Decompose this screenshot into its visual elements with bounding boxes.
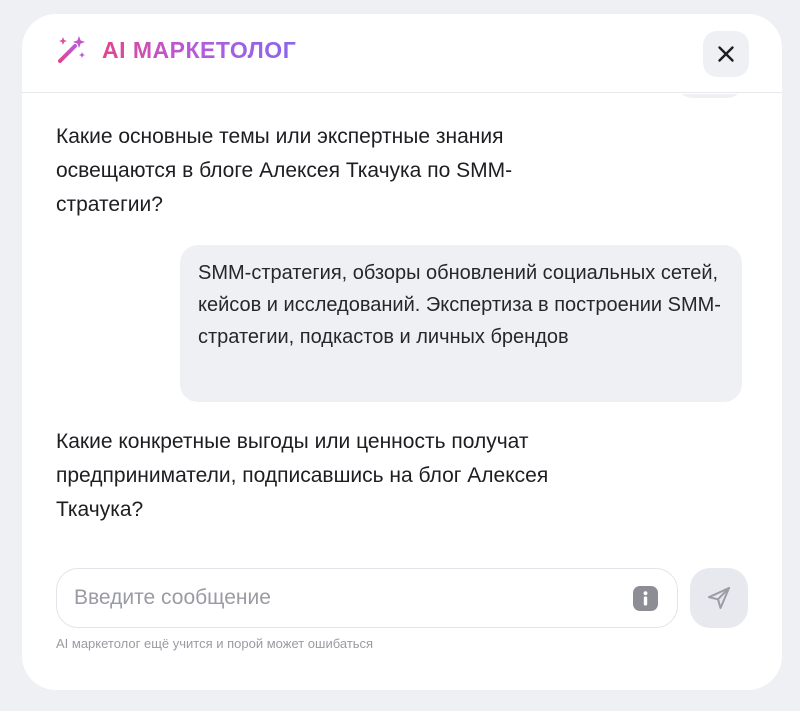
brand-logo: AI МАРКЕТОЛОГ: [54, 32, 296, 68]
info-button[interactable]: [633, 586, 658, 611]
close-icon: [717, 45, 735, 63]
send-icon: [706, 585, 732, 611]
chat-header: AI МАРКЕТОЛОГ: [22, 14, 782, 93]
chat-window: AI МАРКЕТОЛОГ Какие основные темы или эк…: [22, 14, 782, 690]
assistant-message: Какие конкретные выгоды или ценность пол…: [56, 430, 549, 521]
message-list[interactable]: Какие основные темы или экспертные знани…: [22, 94, 782, 554]
user-message-bubble: SMM-стратегия, обзоры обновлений социаль…: [180, 245, 742, 402]
disclaimer-text: AI маркетолог ещё учится и порой может о…: [56, 636, 374, 651]
app-title: AI МАРКЕТОЛОГ: [102, 36, 297, 63]
message-input[interactable]: [57, 569, 617, 627]
previous-message-bubble: [678, 94, 742, 98]
user-message-text: SMM-стратегия, обзоры обновлений социаль…: [198, 262, 721, 348]
info-icon: [633, 586, 658, 611]
magic-wand-icon: [54, 33, 88, 67]
message-composer: [56, 568, 678, 628]
close-button[interactable]: [703, 31, 749, 77]
send-button[interactable]: [690, 568, 748, 628]
assistant-message: Какие основные темы или экспертные знани…: [56, 125, 513, 216]
